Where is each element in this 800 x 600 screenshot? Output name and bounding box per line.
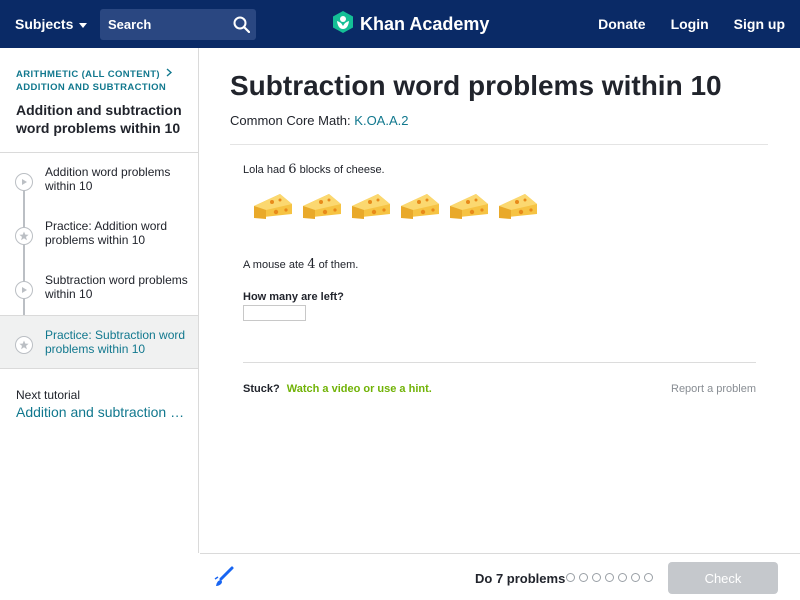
cheese-images: [250, 188, 539, 224]
progress-dot: [618, 573, 627, 582]
sidebar-item-label: Subtraction word problems within 10: [45, 273, 188, 301]
sidebar-item-label: Addition word problems within 10: [45, 165, 171, 193]
cheese-image: [299, 188, 343, 224]
star-icon: [15, 336, 33, 354]
problem-count: Do 7 problems: [475, 571, 566, 586]
login-link[interactable]: Login: [671, 16, 709, 32]
subjects-menu[interactable]: Subjects: [15, 0, 88, 48]
exercise-footer: Do 7 problems Check: [200, 553, 800, 600]
signup-link[interactable]: Sign up: [734, 16, 785, 32]
search-box[interactable]: Search: [100, 9, 256, 40]
tutorial-title: Addition and subtraction word problems w…: [16, 102, 182, 136]
khan-academy-leaf-icon: [332, 10, 354, 39]
breadcrumb-sub[interactable]: ADDITION AND SUBTRACTION: [16, 82, 182, 93]
chevron-right-icon: [166, 68, 173, 80]
sidebar-item-addition-practice[interactable]: Practice: Addition word problems within …: [0, 207, 198, 261]
question-text: A mouse ate: [243, 259, 305, 271]
play-icon: [15, 281, 33, 299]
divider: [0, 368, 198, 369]
report-problem-link[interactable]: Report a problem: [671, 383, 756, 395]
stuck-label: Stuck?: [243, 383, 280, 395]
donate-link[interactable]: Donate: [598, 16, 645, 32]
khan-academy-logo[interactable]: Khan Academy: [332, 0, 489, 48]
question-number: 6: [288, 162, 297, 177]
sidebar-item-addition-video[interactable]: Addition word problems within 10: [0, 153, 198, 207]
header-links: Donate Login Sign up: [598, 0, 785, 48]
question-text: blocks of cheese.: [299, 164, 385, 176]
next-tutorial: Next tutorial Addition and subtraction w…: [16, 388, 191, 420]
sidebar-item-subtraction-practice[interactable]: Practice: Subtraction word problems with…: [0, 315, 198, 369]
divider: [230, 144, 768, 145]
logo-text: Khan Academy: [360, 13, 490, 34]
cheese-image: [348, 188, 392, 224]
hint-link[interactable]: Watch a video or use a hint.: [287, 383, 432, 395]
tutorial-items: Addition word problems within 10 Practic…: [0, 153, 198, 369]
progress-dot: [631, 573, 640, 582]
next-tutorial-link[interactable]: Addition and subtraction word problems w…: [16, 404, 191, 420]
standard-link[interactable]: K.OA.A.2: [354, 113, 408, 128]
top-nav-bar: Subjects Search Khan Academy Donate Logi…: [0, 0, 800, 48]
play-icon: [15, 173, 33, 191]
breadcrumb: ARITHMETIC (ALL CONTENT) ADDITION AND SU…: [0, 48, 198, 137]
progress-dot: [566, 573, 575, 582]
star-icon: [15, 227, 33, 245]
cheese-image: [446, 188, 490, 224]
question-prompt: How many are left?: [243, 291, 344, 303]
tutorial-sidebar: ARITHMETIC (ALL CONTENT) ADDITION AND SU…: [0, 48, 199, 553]
divider: [243, 362, 756, 363]
search-input[interactable]: Search: [108, 17, 226, 32]
answer-input[interactable]: [243, 305, 306, 321]
next-tutorial-label: Next tutorial: [16, 388, 81, 402]
question-line-2: A mouse ate 4 of them.: [243, 257, 358, 272]
progress-dots: [566, 573, 653, 582]
progress-dot: [605, 573, 614, 582]
question-text: Lola had: [243, 164, 286, 176]
sidebar-item-label: Practice: Addition word problems within …: [45, 219, 168, 247]
search-icon[interactable]: [226, 9, 256, 40]
cheese-image: [250, 188, 294, 224]
progress-dot: [579, 573, 588, 582]
question-text: of them.: [318, 259, 359, 271]
stuck-help: Stuck? Watch a video or use a hint.: [243, 383, 432, 395]
progress-dot: [644, 573, 653, 582]
chevron-down-icon: [79, 22, 88, 28]
cheese-image: [495, 188, 539, 224]
sidebar-item-label: Practice: Subtraction word problems with…: [45, 328, 186, 356]
cheese-image: [397, 188, 441, 224]
sidebar-item-subtraction-video[interactable]: Subtraction word problems within 10: [0, 261, 198, 315]
check-button[interactable]: Check: [668, 562, 778, 594]
subjects-label: Subjects: [15, 16, 74, 32]
page-title: Subtraction word problems within 10: [230, 70, 722, 101]
breadcrumb-top-label[interactable]: ARITHMETIC (ALL CONTENT): [16, 69, 160, 80]
breadcrumb-top[interactable]: ARITHMETIC (ALL CONTENT): [16, 68, 182, 80]
question-number: 4: [307, 257, 316, 272]
progress-dot: [592, 573, 601, 582]
standard-prefix: Common Core Math:: [230, 113, 351, 128]
question-line-1: Lola had 6 blocks of cheese.: [243, 162, 385, 177]
exercise-main: Subtraction word problems within 10 Comm…: [200, 48, 800, 553]
scratchpad-icon[interactable]: [212, 565, 236, 589]
common-core-standard: Common Core Math: K.OA.A.2: [230, 113, 408, 128]
